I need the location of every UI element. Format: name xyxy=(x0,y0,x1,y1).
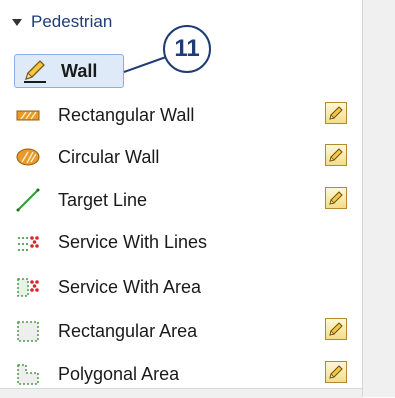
palette-item-service-with-lines[interactable]: Service With Lines xyxy=(14,226,207,258)
edit-target-line-button[interactable] xyxy=(325,187,347,209)
palette-item-label: Service With Lines xyxy=(58,231,208,252)
callout-number: 11 xyxy=(174,35,200,62)
service-lines-icon xyxy=(14,228,42,256)
palette-item-rectangular-area[interactable]: Rectangular Area xyxy=(14,315,197,347)
palette-item-wall[interactable]: Wall xyxy=(14,54,124,88)
pencil-icon xyxy=(329,106,343,120)
palette-item-label: Rectangular Area xyxy=(58,320,198,341)
palette-item-rectangular-wall[interactable]: Rectangular Wall xyxy=(14,99,194,131)
edit-rectangular-wall-button[interactable] xyxy=(325,102,347,124)
pencil-icon xyxy=(329,365,343,379)
edit-polygonal-area-button[interactable] xyxy=(325,361,347,383)
palette-item-label: Target Line xyxy=(58,189,148,210)
palette-item-circular-wall[interactable]: Circular Wall xyxy=(14,141,159,173)
palette-item-label: Polygonal Area xyxy=(58,363,180,384)
rectangular-wall-icon xyxy=(14,101,42,129)
pencil-icon xyxy=(21,57,49,85)
edit-circular-wall-button[interactable] xyxy=(325,144,347,166)
target-line-icon xyxy=(14,186,42,214)
palette-item-label: Service With Area xyxy=(58,276,202,297)
pencil-icon xyxy=(329,322,343,336)
side-panel-background xyxy=(362,0,395,397)
pencil-icon xyxy=(329,148,343,162)
palette-item-polygonal-area[interactable]: Polygonal Area xyxy=(14,358,179,390)
rectangular-area-icon xyxy=(14,317,42,345)
edit-rectangular-area-button[interactable] xyxy=(325,318,347,340)
section-header-pedestrian[interactable]: Pedestrian xyxy=(12,10,112,34)
polygonal-area-icon xyxy=(14,360,42,388)
expand-arrow-icon[interactable] xyxy=(12,18,22,26)
palette-item-label: Wall xyxy=(61,60,98,81)
pencil-icon xyxy=(329,191,343,205)
callout-badge: 11 xyxy=(163,25,211,73)
palette-item-label: Circular Wall xyxy=(58,146,160,167)
palette-item-label: Rectangular Wall xyxy=(58,104,195,125)
section-label: Pedestrian xyxy=(31,12,113,31)
palette-item-target-line[interactable]: Target Line xyxy=(14,184,147,216)
service-area-icon xyxy=(14,273,42,301)
palette-item-service-with-area[interactable]: Service With Area xyxy=(14,271,201,303)
circular-wall-icon xyxy=(14,143,42,171)
